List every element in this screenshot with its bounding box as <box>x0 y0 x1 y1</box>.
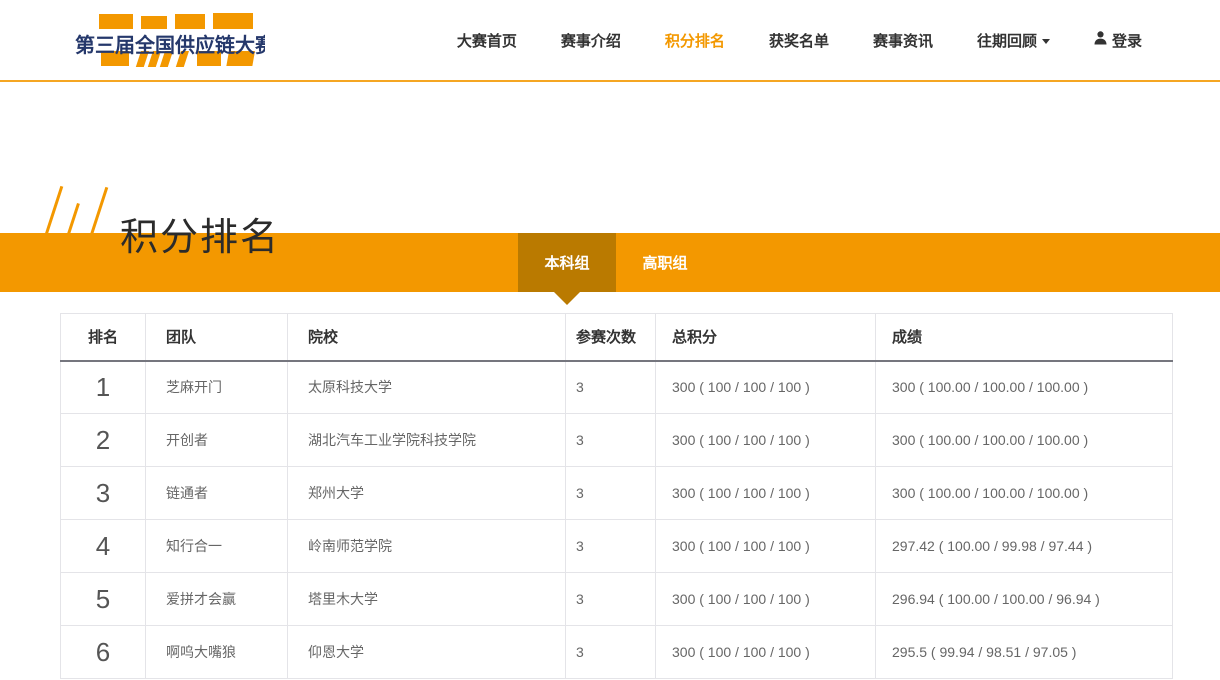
main-nav: 大赛首页 赛事介绍 积分排名 获奖名单 赛事资讯 往期回顾 登录 <box>457 30 1142 51</box>
header-school: 院校 <box>288 314 566 361</box>
ranking-table-wrap: 排名 团队 院校 参赛次数 总积分 成绩 1 芝麻开门 太原科技大学 3 300… <box>0 292 1220 679</box>
cell-points: 300 ( 100 / 100 / 100 ) <box>656 467 876 520</box>
site-header: 第三届全国供应链大赛 大赛首页 赛事介绍 积分排名 获奖名单 赛事资讯 往期回顾… <box>0 0 1220 82</box>
tab-vocational-group[interactable]: 高职组 <box>616 233 714 292</box>
cell-school: 湖北汽车工业学院科技学院 <box>288 414 566 467</box>
login-button[interactable]: 登录 <box>1094 30 1142 51</box>
cell-points: 300 ( 100 / 100 / 100 ) <box>656 573 876 626</box>
nav-item-ranking[interactable]: 积分排名 <box>665 30 725 51</box>
page-title-section: 积分排名 排名规则 <box>0 82 1220 233</box>
cell-rank: 1 <box>61 361 146 414</box>
cell-team: 链通者 <box>146 467 288 520</box>
table-row: 4 知行合一 岭南师范学院 3 300 ( 100 / 100 / 100 ) … <box>61 520 1173 573</box>
header-times: 参赛次数 <box>566 314 656 361</box>
cell-rank: 4 <box>61 520 146 573</box>
cell-times: 3 <box>566 626 656 679</box>
chevron-down-icon <box>1042 39 1050 44</box>
cell-school: 塔里木大学 <box>288 573 566 626</box>
table-row: 2 开创者 湖北汽车工业学院科技学院 3 300 ( 100 / 100 / 1… <box>61 414 1173 467</box>
table-row: 6 啊呜大嘴狼 仰恩大学 3 300 ( 100 / 100 / 100 ) 2… <box>61 626 1173 679</box>
cell-rank: 6 <box>61 626 146 679</box>
cell-points: 300 ( 100 / 100 / 100 ) <box>656 626 876 679</box>
tab-undergraduate-group[interactable]: 本科组 <box>518 233 616 292</box>
cell-team: 开创者 <box>146 414 288 467</box>
cell-score: 300 ( 100.00 / 100.00 / 100.00 ) <box>876 361 1173 414</box>
cell-points: 300 ( 100 / 100 / 100 ) <box>656 520 876 573</box>
cell-times: 3 <box>566 414 656 467</box>
nav-item-past-reviews-label: 往期回顾 <box>977 33 1037 50</box>
ranking-table: 排名 团队 院校 参赛次数 总积分 成绩 1 芝麻开门 太原科技大学 3 300… <box>60 313 1173 679</box>
cell-score: 296.94 ( 100.00 / 100.00 / 96.94 ) <box>876 573 1173 626</box>
cell-team: 爱拼才会赢 <box>146 573 288 626</box>
nav-item-home[interactable]: 大赛首页 <box>457 30 517 51</box>
cell-team: 知行合一 <box>146 520 288 573</box>
table-header-row: 排名 团队 院校 参赛次数 总积分 成绩 <box>61 314 1173 361</box>
cell-times: 3 <box>566 467 656 520</box>
cell-rank: 2 <box>61 414 146 467</box>
cell-times: 3 <box>566 520 656 573</box>
login-label: 登录 <box>1112 30 1142 51</box>
header-score: 成绩 <box>876 314 1173 361</box>
cell-rank: 3 <box>61 467 146 520</box>
cell-score: 300 ( 100.00 / 100.00 / 100.00 ) <box>876 467 1173 520</box>
header-team: 团队 <box>146 314 288 361</box>
table-row: 1 芝麻开门 太原科技大学 3 300 ( 100 / 100 / 100 ) … <box>61 361 1173 414</box>
table-row: 3 链通者 郑州大学 3 300 ( 100 / 100 / 100 ) 300… <box>61 467 1173 520</box>
table-row: 5 爱拼才会赢 塔里木大学 3 300 ( 100 / 100 / 100 ) … <box>61 573 1173 626</box>
cell-times: 3 <box>566 573 656 626</box>
cell-team: 芝麻开门 <box>146 361 288 414</box>
cell-rank: 5 <box>61 573 146 626</box>
header-rank: 排名 <box>61 314 146 361</box>
cell-team: 啊呜大嘴狼 <box>146 626 288 679</box>
cell-school: 太原科技大学 <box>288 361 566 414</box>
cell-score: 295.5 ( 99.94 / 98.51 / 97.05 ) <box>876 626 1173 679</box>
cell-score: 297.42 ( 100.00 / 99.98 / 97.44 ) <box>876 520 1173 573</box>
nav-item-awards[interactable]: 获奖名单 <box>769 30 829 51</box>
logo-title: 第三届全国供应链大赛 <box>75 33 265 57</box>
page-title: 积分排名 <box>120 206 280 261</box>
user-icon <box>1094 31 1107 49</box>
cell-times: 3 <box>566 361 656 414</box>
cell-score: 300 ( 100.00 / 100.00 / 100.00 ) <box>876 414 1173 467</box>
site-logo[interactable]: 第三届全国供应链大赛 <box>75 8 265 72</box>
nav-item-news[interactable]: 赛事资讯 <box>873 30 933 51</box>
cell-points: 300 ( 100 / 100 / 100 ) <box>656 361 876 414</box>
ranking-rules-link[interactable]: 排名规则 <box>287 229 363 256</box>
slash-decoration-icon <box>44 186 64 238</box>
cell-school: 郑州大学 <box>288 467 566 520</box>
header-points: 总积分 <box>656 314 876 361</box>
cell-school: 仰恩大学 <box>288 626 566 679</box>
nav-item-past-reviews[interactable]: 往期回顾 <box>977 30 1050 51</box>
nav-item-intro[interactable]: 赛事介绍 <box>561 30 621 51</box>
cell-points: 300 ( 100 / 100 / 100 ) <box>656 414 876 467</box>
cell-school: 岭南师范学院 <box>288 520 566 573</box>
slash-decoration-icon <box>89 187 109 239</box>
